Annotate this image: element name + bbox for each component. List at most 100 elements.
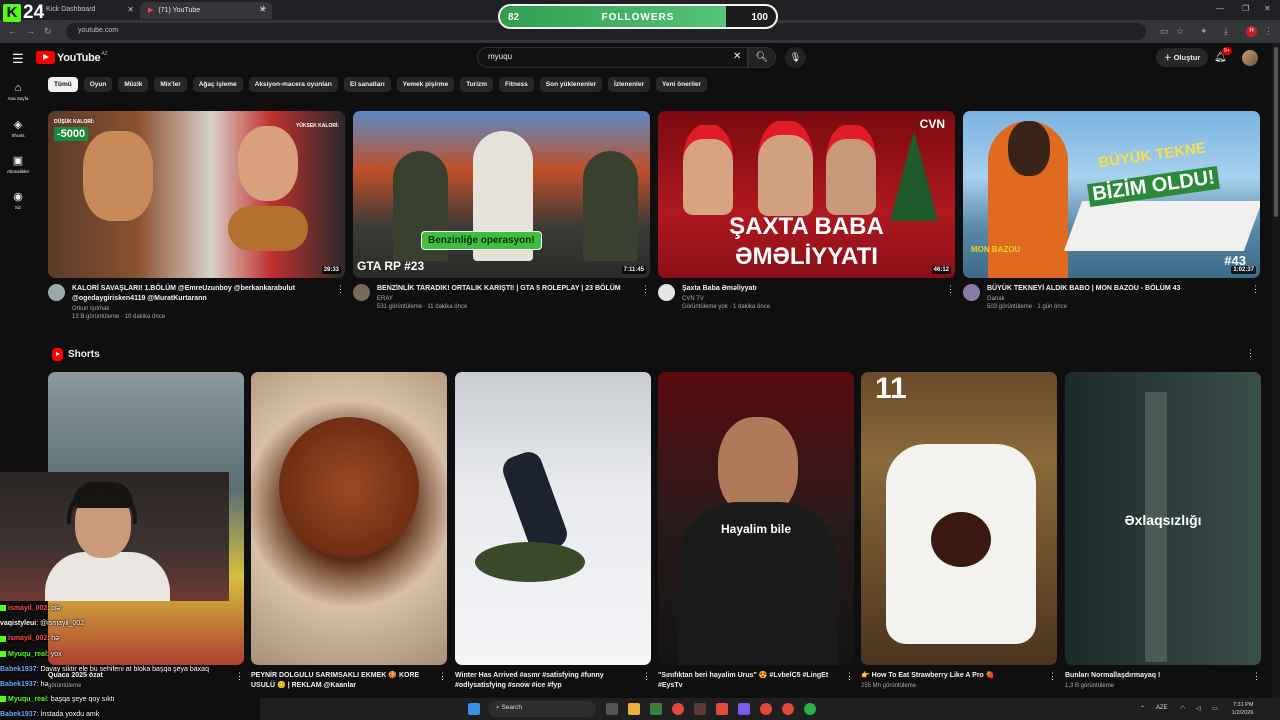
back-icon[interactable]: ←	[8, 26, 17, 36]
video-title[interactable]: Şaxta Baba Əməliyyatı	[682, 284, 941, 294]
short-card[interactable]: PEYNİR DOLGULU SARIMSAKLI EKMEK 🍪 KORE U…	[251, 372, 447, 693]
video-title[interactable]: KALORİ SAVAŞLARI! 1.BÖLÜM @EmreUzunboy @…	[72, 284, 331, 304]
taskbar-search[interactable]: ⌕ Search	[488, 701, 596, 717]
search-button[interactable]: 🔍︎	[748, 47, 776, 68]
scrollbar-thumb[interactable]	[1274, 47, 1278, 217]
short-card[interactable]: Əxlaqsızlığı Bunları Normallaşdırmayaq !…	[1065, 372, 1261, 689]
extensions-icon[interactable]: ✦	[1200, 26, 1208, 37]
app-icon[interactable]	[694, 703, 706, 715]
more-options-icon[interactable]: ⋮	[642, 671, 651, 682]
create-button[interactable]: ＋ Oluştur	[1156, 48, 1209, 67]
short-thumbnail[interactable]	[251, 372, 447, 665]
filter-chip[interactable]: Mix'ler	[154, 77, 187, 92]
short-thumbnail[interactable]: 11	[861, 372, 1057, 665]
chrome-icon[interactable]	[782, 703, 794, 715]
short-card[interactable]: Winter Has Arrived #asmr #satisfying #fu…	[455, 372, 651, 693]
filter-chip[interactable]: İzlenenler	[608, 77, 650, 92]
more-options-icon[interactable]: ⋮	[1246, 348, 1255, 359]
filter-chip[interactable]: Müzik	[118, 77, 149, 92]
rail-item-home[interactable]: ⌂ Ana Sayfa	[0, 82, 36, 101]
chrome-icon[interactable]	[760, 703, 772, 715]
voice-search-button[interactable]: 🎙︎	[785, 47, 806, 68]
new-tab-button[interactable]: +	[260, 3, 266, 15]
battery-icon[interactable]: ▭	[1212, 705, 1218, 712]
filter-chip[interactable]: El sanatları	[343, 77, 391, 92]
minimize-icon[interactable]: —	[1216, 4, 1224, 13]
filter-chip[interactable]: Yeni öneriler	[656, 77, 708, 92]
chat-username[interactable]: vaqistyleui	[0, 620, 36, 627]
filter-chip[interactable]: Oyun	[83, 77, 113, 92]
start-icon[interactable]	[468, 703, 480, 715]
tab-youtube[interactable]: ▶ (71) YouTube ✕	[140, 2, 272, 19]
video-thumbnail[interactable]: DÜŞÜK KALORİ: -5000 YÜKSEK KALORİ: 39:33	[48, 111, 345, 278]
filter-chip[interactable]: Tümü	[48, 77, 78, 92]
reload-icon[interactable]: ↻	[44, 26, 52, 37]
wifi-icon[interactable]: ◠	[1180, 705, 1185, 712]
chat-username[interactable]: ismayil_002	[8, 635, 47, 642]
task-view-icon[interactable]	[606, 703, 618, 715]
chat-username[interactable]: Myuqu_real	[8, 651, 47, 658]
chrome-icon[interactable]	[672, 703, 684, 715]
filter-chip[interactable]: Son yüklenenler	[539, 77, 603, 92]
video-card[interactable]: Benzinliğe operasyon! GTA RP #23 7:11:45…	[353, 111, 650, 310]
filter-chip[interactable]: Aksiyon-macera oyunları	[248, 77, 338, 92]
maximize-icon[interactable]: ❐	[1242, 4, 1249, 13]
more-options-icon[interactable]: ⋮	[438, 671, 447, 682]
youtube-logo[interactable]: YouTube AZ	[36, 51, 108, 64]
channel-name[interactable]: Ganak	[987, 296, 1246, 302]
more-options-icon[interactable]: ⋮	[1048, 671, 1057, 682]
more-options-icon[interactable]: ⋮	[336, 284, 345, 295]
window-close-icon[interactable]: ✕	[1264, 4, 1271, 13]
channel-avatar[interactable]	[963, 284, 980, 301]
search-input[interactable]: myuqu	[477, 47, 748, 68]
chat-username[interactable]: Babek1937	[0, 666, 37, 673]
video-card[interactable]: DÜŞÜK KALORİ: -5000 YÜKSEK KALORİ: 39:33…	[48, 111, 345, 320]
channel-name[interactable]: CVN TV	[682, 296, 941, 302]
short-title[interactable]: "Sınıfıktan beri hayalim Urus" 😍 #LvbelC…	[658, 671, 840, 691]
tray-lang[interactable]: AZE	[1156, 705, 1168, 711]
channel-avatar[interactable]	[353, 284, 370, 301]
chat-username[interactable]: Myuqu_real	[8, 696, 47, 703]
discord-icon[interactable]	[738, 703, 750, 715]
file-explorer-icon[interactable]	[628, 703, 640, 715]
rail-item-subscriptions[interactable]: ▣ Abonelikler	[0, 154, 36, 174]
channel-name[interactable]: ERAY	[377, 296, 636, 302]
bookmark-star-icon[interactable]: ☆	[1176, 26, 1184, 37]
video-thumbnail[interactable]: Benzinliğe operasyon! GTA RP #23 7:11:45	[353, 111, 650, 278]
short-thumbnail[interactable]: Əxlaqsızlığı	[1065, 372, 1261, 665]
chat-username[interactable]: Babek1937	[0, 711, 37, 718]
video-card[interactable]: ŞAXTA BABA ƏMƏLİYYATI CVN 46:12 Şaxta Ba…	[658, 111, 955, 310]
short-title[interactable]: Bunları Normallaşdırmayaq !	[1065, 671, 1247, 681]
filter-chip[interactable]: Yemek pişirme	[396, 77, 455, 92]
more-options-icon[interactable]: ⋮	[845, 671, 854, 682]
more-options-icon[interactable]: ⋮	[641, 284, 650, 295]
menu-kebab-icon[interactable]: ⋮	[1264, 26, 1273, 37]
short-thumbnail[interactable]: Hayalim bile	[658, 372, 854, 665]
chat-username[interactable]: ismayil_002	[8, 605, 47, 612]
clear-search-icon[interactable]: ✕	[733, 51, 741, 62]
video-title[interactable]: BÜYÜK TEKNEYİ ALDIK BABO | MON BAZOU - B…	[987, 284, 1246, 294]
rail-item-shorts[interactable]: ◈ Shorts	[0, 118, 36, 138]
filter-chip[interactable]: Turizm	[460, 77, 494, 92]
rail-item-you[interactable]: ◉ Siz	[0, 190, 36, 210]
more-options-icon[interactable]: ⋮	[1251, 284, 1260, 295]
taskbar-clock[interactable]: 7:31 PM 1/2/2026	[1232, 701, 1253, 717]
video-thumbnail[interactable]: BÜYÜK TEKNE BİZİM OLDU! #43 MON BAZOU 1:…	[963, 111, 1260, 278]
app-icon[interactable]	[716, 703, 728, 715]
app-icon[interactable]	[650, 703, 662, 715]
filter-chip[interactable]: Ağaç işleme	[192, 77, 243, 92]
short-card[interactable]: 11 👉 How To Eat Strawberry Like A Pro 🍓 …	[861, 372, 1057, 689]
account-avatar[interactable]	[1242, 50, 1258, 66]
chat-username[interactable]: Babek1937	[0, 681, 37, 688]
short-card[interactable]: Hayalim bile "Sınıfıktan beri hayalim Ur…	[658, 372, 854, 693]
volume-icon[interactable]: ◁	[1196, 705, 1201, 712]
forward-icon[interactable]: →	[26, 26, 35, 36]
channel-name[interactable]: Orkun Işıtmak	[72, 306, 331, 312]
channel-avatar[interactable]	[658, 284, 675, 301]
video-thumbnail[interactable]: ŞAXTA BABA ƏMƏLİYYATI CVN 46:12	[658, 111, 955, 278]
video-title[interactable]: BENZİNLİK TARADIK! ORTALIK KARIŞTI! | GT…	[377, 284, 636, 294]
more-options-icon[interactable]: ⋮	[946, 284, 955, 295]
more-options-icon[interactable]: ⋮	[1252, 671, 1261, 682]
page-scrollbar[interactable]	[1272, 43, 1280, 698]
short-title[interactable]: Winter Has Arrived #asmr #satisfying #fu…	[455, 671, 637, 691]
